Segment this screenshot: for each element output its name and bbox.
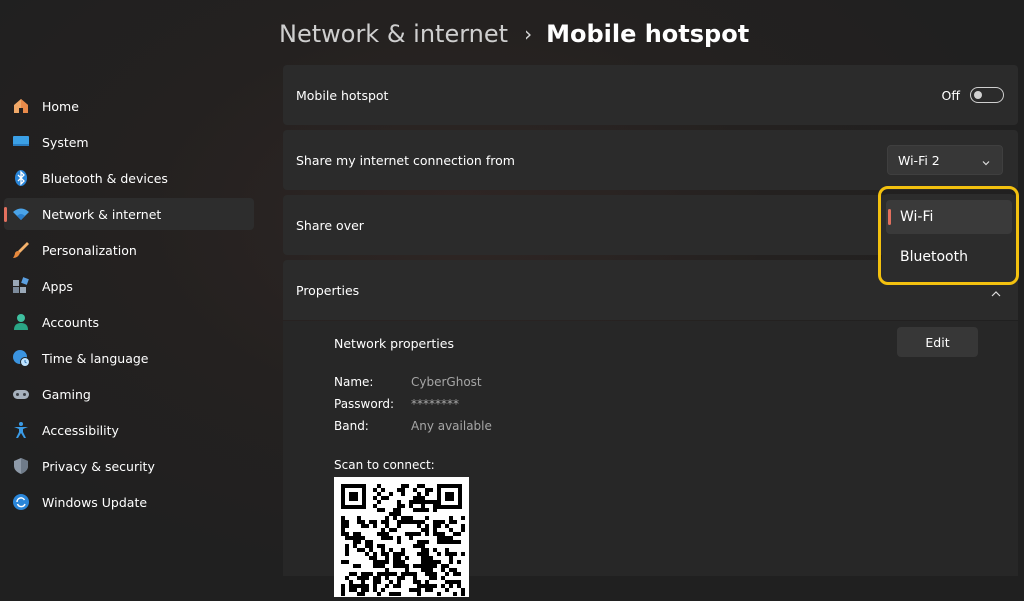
- page-title: Mobile hotspot: [546, 20, 750, 48]
- sidebar-item-label: Personalization: [42, 242, 137, 258]
- sidebar-item-apps[interactable]: Apps: [4, 270, 254, 302]
- property-row-band: Band: Any available: [334, 419, 492, 433]
- flyout-option-bluetooth[interactable]: Bluetooth: [886, 240, 1012, 274]
- sidebar-item-personalization[interactable]: Personalization: [4, 234, 254, 266]
- globe-clock-icon: [12, 349, 30, 367]
- apps-icon: [12, 277, 30, 295]
- chevron-up-icon[interactable]: [990, 284, 1002, 303]
- sidebar-item-label: Apps: [42, 278, 73, 294]
- sidebar-item-label: Network & internet: [42, 206, 162, 222]
- sidebar-item-accounts[interactable]: Accounts: [4, 306, 254, 338]
- sidebar-item-label: Gaming: [42, 386, 91, 402]
- sidebar-item-windows-update[interactable]: Windows Update: [4, 486, 254, 518]
- toggle-knob: [974, 90, 982, 99]
- mobile-hotspot-toggle-group: Off: [942, 87, 1004, 103]
- sidebar-item-system[interactable]: System: [4, 126, 254, 158]
- property-key: Name:: [334, 375, 374, 389]
- sidebar-item-label: Accounts: [42, 314, 99, 330]
- flyout-option-label: Bluetooth: [900, 249, 968, 265]
- mobile-hotspot-toggle[interactable]: [970, 87, 1004, 103]
- share-from-card: Share my internet connection from Wi-Fi …: [283, 130, 1018, 190]
- flyout-option-label: Wi-Fi: [900, 209, 934, 225]
- property-row-name: Name: CyberGhost: [334, 375, 482, 389]
- property-value: CyberGhost: [411, 375, 482, 389]
- share-from-dropdown[interactable]: Wi-Fi 2: [887, 145, 1003, 175]
- breadcrumb: Network & internet › Mobile hotspot: [279, 14, 749, 54]
- sidebar-item-label: Home: [42, 98, 79, 114]
- person-icon: [12, 313, 30, 331]
- gamepad-icon: [12, 385, 30, 403]
- sidebar-item-label: Windows Update: [42, 494, 148, 510]
- sidebar-item-time-language[interactable]: Time & language: [4, 342, 254, 374]
- flyout-option-wifi[interactable]: Wi-Fi: [886, 200, 1012, 234]
- sidebar-item-label: Bluetooth & devices: [42, 170, 168, 186]
- share-from-label: Share my internet connection from: [296, 152, 515, 168]
- sidebar-item-home[interactable]: Home: [4, 90, 254, 122]
- brush-icon: [12, 241, 30, 259]
- sidebar-item-label: Time & language: [42, 350, 149, 366]
- mobile-hotspot-card: Mobile hotspot Off: [283, 65, 1018, 125]
- sidebar-item-label: Privacy & security: [42, 458, 155, 474]
- sidebar: Home System Bluetooth & devices Network …: [0, 90, 262, 522]
- property-value: Any available: [411, 419, 492, 433]
- home-icon: [12, 97, 30, 115]
- sidebar-item-accessibility[interactable]: Accessibility: [4, 414, 254, 446]
- breadcrumb-parent[interactable]: Network & internet: [279, 20, 508, 48]
- properties-label: Properties: [296, 282, 360, 298]
- sidebar-item-gaming[interactable]: Gaming: [4, 378, 254, 410]
- property-key: Band:: [334, 419, 369, 433]
- qr-code-image: [334, 477, 469, 597]
- toggle-state-text: Off: [941, 87, 960, 103]
- sidebar-item-bluetooth[interactable]: Bluetooth & devices: [4, 162, 254, 194]
- breadcrumb-separator: ›: [524, 22, 533, 46]
- sidebar-item-privacy[interactable]: Privacy & security: [4, 450, 254, 482]
- display-icon: [12, 133, 30, 151]
- accessibility-icon: [12, 421, 30, 439]
- sidebar-item-label: Accessibility: [42, 422, 119, 438]
- share-over-label: Share over: [296, 217, 364, 233]
- property-value: ********: [411, 397, 459, 411]
- shield-icon: [12, 457, 30, 475]
- share-from-value: Wi-Fi 2: [898, 152, 940, 168]
- scan-to-connect-label: Scan to connect:: [334, 458, 435, 472]
- sidebar-item-label: System: [42, 134, 89, 150]
- bluetooth-icon: [12, 169, 30, 187]
- network-properties-title: Network properties: [334, 336, 454, 351]
- sidebar-item-network[interactable]: Network & internet: [4, 198, 254, 230]
- edit-button[interactable]: Edit: [897, 327, 978, 357]
- property-key: Password:: [334, 397, 395, 411]
- property-row-password: Password: ********: [334, 397, 459, 411]
- wifi-icon: [12, 205, 30, 223]
- update-icon: [12, 493, 30, 511]
- share-over-flyout: Wi-Fi Bluetooth: [882, 194, 1016, 284]
- chevron-down-icon: [981, 154, 991, 173]
- mobile-hotspot-label: Mobile hotspot: [296, 87, 389, 103]
- properties-panel: Network properties Edit Name: CyberGhost…: [283, 321, 1018, 597]
